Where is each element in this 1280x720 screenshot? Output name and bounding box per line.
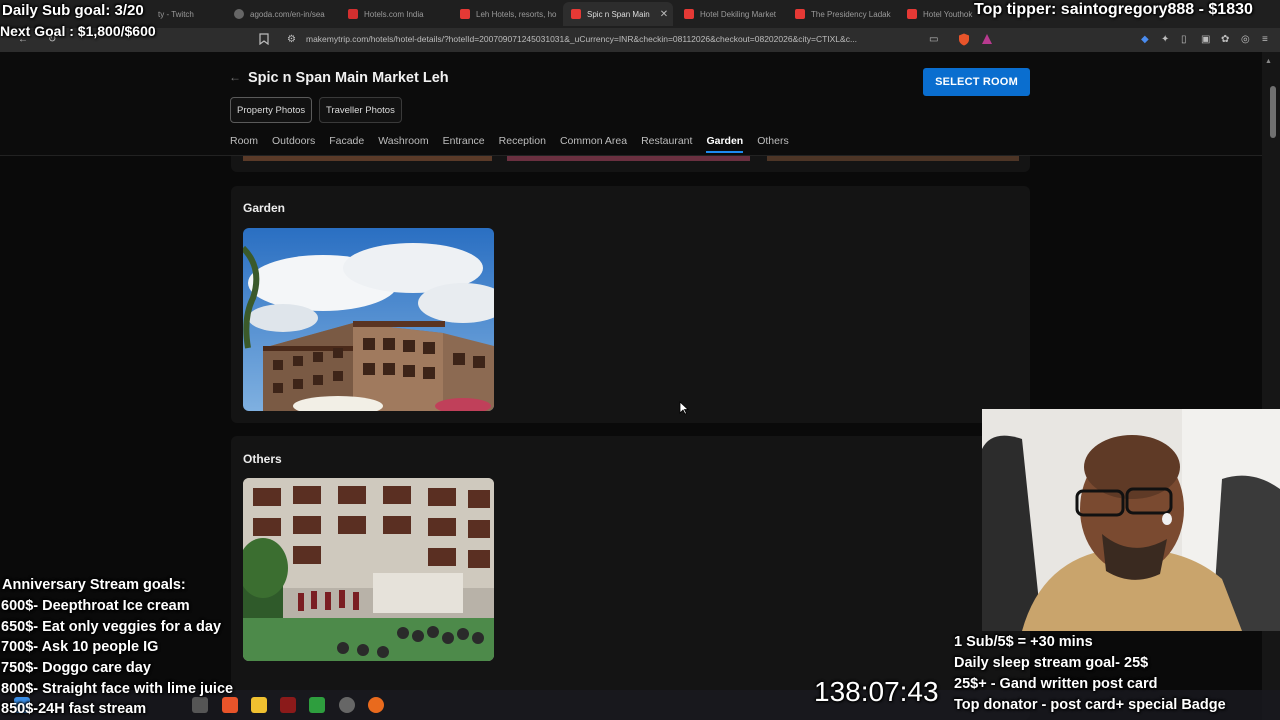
close-icon[interactable]: ✕ <box>660 9 668 20</box>
rewards-icon[interactable] <box>981 33 993 49</box>
next-goal-overlay: Next Goal : $1,800/$600 <box>0 23 156 39</box>
tab-label: agoda.com/en-in/sea <box>250 9 325 19</box>
subathon-timer: 138:07:43 <box>814 676 939 707</box>
category-tab-facade[interactable]: Facade <box>329 135 364 153</box>
extensions-icon[interactable]: ✦ <box>1161 34 1169 46</box>
category-tab-washroom[interactable]: Washroom <box>378 135 428 153</box>
xbox-icon[interactable] <box>309 697 325 713</box>
tab-label: ty - Twitch <box>158 9 194 19</box>
webcam-overlay <box>982 409 1280 631</box>
anniversary-goal: 850$-24H fast stream <box>1 701 147 717</box>
others-photo[interactable] <box>243 478 494 661</box>
mmt-favicon-icon <box>571 9 581 19</box>
mouse-cursor-icon <box>679 401 689 415</box>
tab-label: Hotel Dekiling Market <box>700 9 777 19</box>
tab-label: Hotels.com India <box>364 9 424 19</box>
anniversary-goal: 800$- Straight face with lime juice <box>1 681 234 697</box>
anniversary-title: Anniversary Stream goals: <box>2 577 186 593</box>
browser-tab-active[interactable]: Spic n Span Main ✕ <box>563 2 673 26</box>
app-icon[interactable] <box>280 697 296 713</box>
hotels-favicon-icon <box>348 9 358 19</box>
leo-icon[interactable]: ◎ <box>1241 34 1250 46</box>
anniversary-goal: 750$- Doggo care day <box>1 660 151 676</box>
back-arrow-icon[interactable]: ← <box>229 70 241 84</box>
webcam-image <box>982 409 1280 631</box>
garden-section: Garden <box>231 186 1030 423</box>
vpn-icon[interactable]: ✿ <box>1221 34 1229 46</box>
category-tab-others[interactable]: Others <box>757 135 789 153</box>
category-tab-outdoors[interactable]: Outdoors <box>272 135 315 153</box>
category-tabs: Room Outdoors Facade Washroom Entrance R… <box>230 135 803 153</box>
mmt-favicon-icon <box>795 9 805 19</box>
task-view-icon[interactable] <box>192 697 208 713</box>
anniversary-goal: 700$- Ask 10 people IG <box>1 639 159 655</box>
browser-tab[interactable]: ty - Twitch <box>150 2 220 26</box>
site-info-icon[interactable]: ⚙ <box>287 34 296 46</box>
bookmark-icon[interactable] <box>259 33 269 49</box>
cast-icon[interactable]: ▭ <box>929 34 938 46</box>
sidebar-icon[interactable]: ▯ <box>1181 34 1187 46</box>
photo-strip[interactable] <box>507 156 750 161</box>
garden-photo-image <box>243 228 494 411</box>
previous-section <box>231 156 1030 172</box>
file-explorer-icon[interactable] <box>251 697 267 713</box>
url-field[interactable]: makemytrip.com/hotels/hotel-details/?hot… <box>306 34 918 44</box>
rules-line: Daily sleep stream goal- 25$ <box>954 655 1149 671</box>
obs-icon[interactable] <box>339 697 355 713</box>
others-photo-image <box>243 478 494 661</box>
extension-shield-icon[interactable]: ◆ <box>1141 34 1149 46</box>
tab-label: Spic n Span Main <box>587 9 650 19</box>
menu-icon[interactable]: ≡ <box>1262 34 1268 46</box>
brave-shield-icon[interactable] <box>958 33 970 50</box>
category-tab-restaurant[interactable]: Restaurant <box>641 135 692 153</box>
globe-icon <box>234 9 244 19</box>
category-tab-entrance[interactable]: Entrance <box>443 135 485 153</box>
browser-tab[interactable]: Hotel Dekiling Market <box>676 2 784 26</box>
tab-label: Hotel Youthok H <box>923 9 975 19</box>
browser-tab[interactable]: agoda.com/en-in/sea <box>226 2 334 26</box>
scroll-up-arrow-icon[interactable]: ▲ <box>1265 58 1272 65</box>
photo-strip[interactable] <box>243 156 492 161</box>
category-tab-garden[interactable]: Garden <box>706 135 743 153</box>
page-title: Spic n Span Main Market Leh <box>248 70 449 86</box>
tab-label: The Presidency Ladak <box>811 9 891 19</box>
top-tipper-overlay: Top tipper: saintogregory888 - $1830 <box>974 1 1253 18</box>
browser-tab[interactable]: Hotels.com India <box>340 2 448 26</box>
anniversary-goal: 600$- Deepthroat Ice cream <box>1 598 190 614</box>
browser-tab[interactable]: The Presidency Ladak <box>787 2 897 26</box>
tab-property-photos[interactable]: Property Photos <box>230 97 313 123</box>
tab-label: Leh Hotels, resorts, ho <box>476 9 557 19</box>
category-tab-common-area[interactable]: Common Area <box>560 135 627 153</box>
browser-tab[interactable]: Leh Hotels, resorts, ho <box>452 2 560 26</box>
scrollbar-thumb[interactable] <box>1270 86 1276 138</box>
rules-line: 25$+ - Gand written post card <box>954 676 1158 692</box>
firefox-icon[interactable] <box>368 697 384 713</box>
category-tab-reception[interactable]: Reception <box>499 135 546 153</box>
brave-browser-icon[interactable] <box>222 697 238 713</box>
mmt-favicon-icon <box>684 9 694 19</box>
wallet-icon[interactable]: ▣ <box>1201 34 1210 46</box>
photo-strip[interactable] <box>767 156 1019 161</box>
anniversary-goal: 650$- Eat only veggies for a day <box>1 619 222 635</box>
browser-tab[interactable]: Hotel Youthok H <box>899 2 975 26</box>
category-tab-room[interactable]: Room <box>230 135 258 153</box>
section-title-others: Others <box>243 452 282 466</box>
garden-photo[interactable] <box>243 228 494 411</box>
section-title-garden: Garden <box>243 201 286 215</box>
rules-line: Top donator - post card+ special Badge <box>954 697 1226 713</box>
address-bar: ← ↻ ⚙ makemytrip.com/hotels/hotel-detail… <box>0 28 1280 52</box>
sub-goal-overlay: Daily Sub goal: 3/20 <box>2 2 144 19</box>
mmt-favicon-icon <box>460 9 470 19</box>
mmt-favicon-icon <box>907 9 917 19</box>
photo-gallery-header: ← Spic n Span Main Market Leh SELECT ROO… <box>0 52 1262 156</box>
tab-traveller-photos[interactable]: Traveller Photos <box>319 97 402 123</box>
select-room-button[interactable]: SELECT ROOM <box>923 68 1030 96</box>
rules-line: 1 Sub/5$ = +30 mins <box>954 634 1093 650</box>
